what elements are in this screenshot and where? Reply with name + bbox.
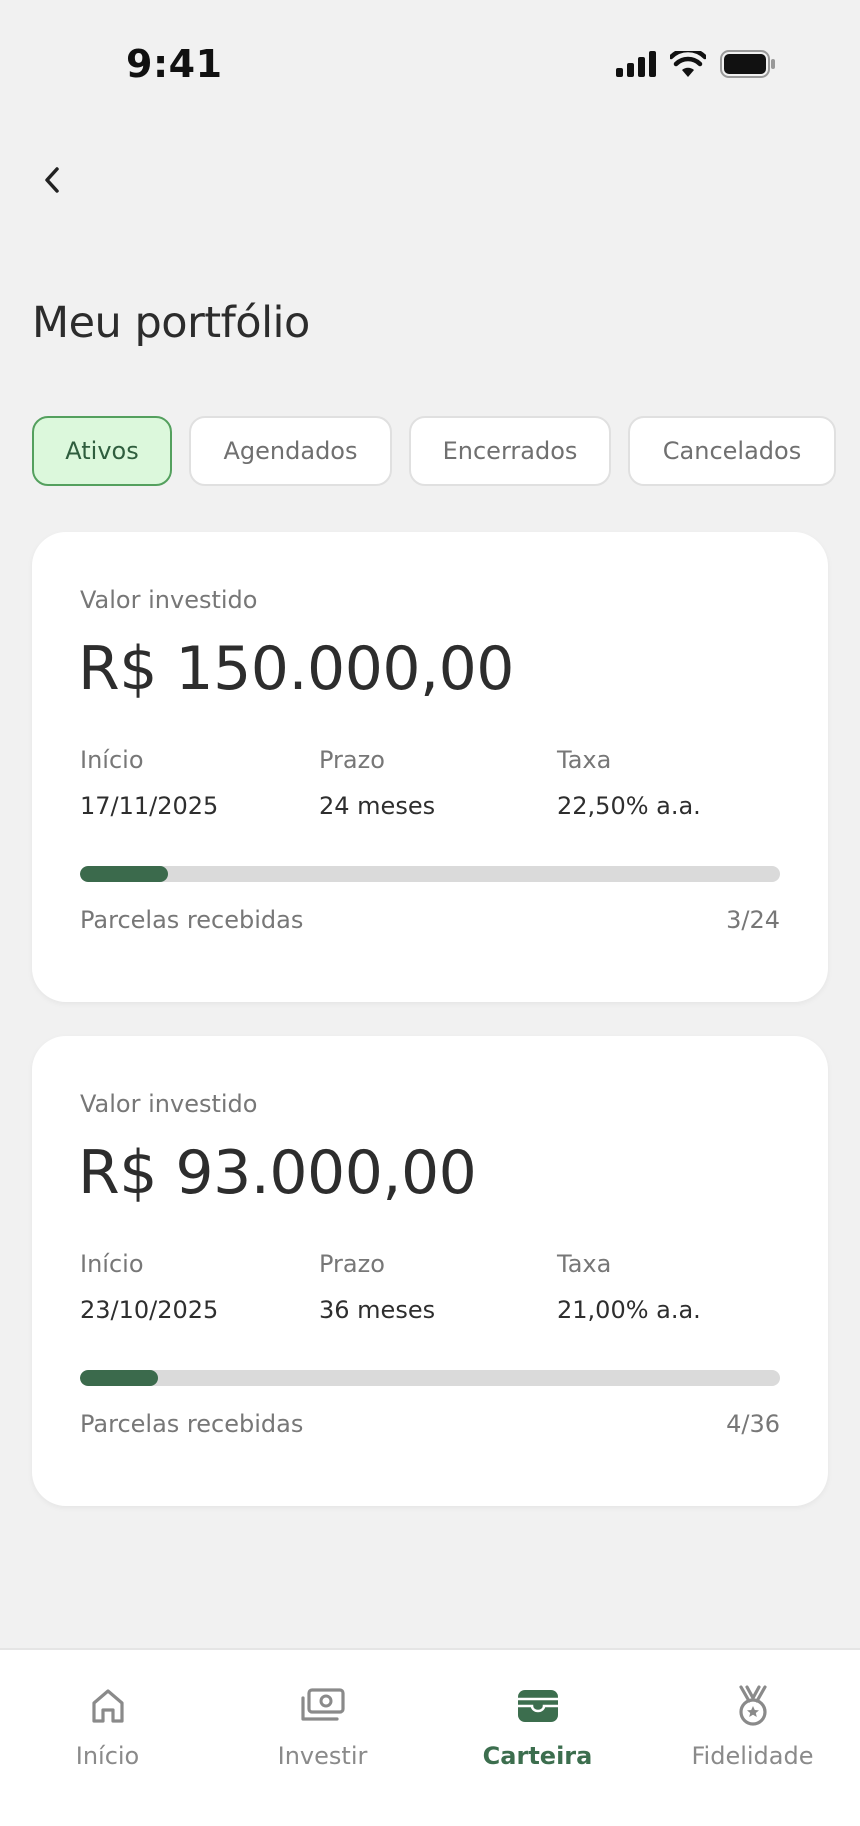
tab-cancelados[interactable]: Cancelados <box>628 416 836 486</box>
start-date-block: Início 17/11/2025 <box>80 746 218 820</box>
nav-carteira-label: Carteira <box>482 1742 593 1770</box>
nav-investir-label: Investir <box>277 1742 368 1770</box>
tab-encerrados[interactable]: Encerrados <box>409 416 611 486</box>
installments-progress-fill <box>80 1370 158 1386</box>
tab-ativos[interactable]: Ativos <box>32 416 172 486</box>
investment-card[interactable]: Valor investido R$ 150.000,00 Início 17/… <box>32 532 828 1002</box>
rate-label: Taxa <box>557 746 612 774</box>
wallet-icon <box>517 1690 558 1722</box>
cellular-signal-icon <box>616 51 656 77</box>
chevron-left-icon <box>45 167 59 193</box>
home-icon <box>91 1689 124 1723</box>
nav-fidelidade[interactable]: Fidelidade <box>645 1650 860 1800</box>
installments-count: 3/24 <box>726 906 780 934</box>
page-title: Meu portfólio <box>32 298 310 348</box>
status-tabs: Ativos Agendados Encerrados Cancelados <box>32 416 836 486</box>
bottom-nav: Início Investir Carteira Fidelidade <box>0 1648 860 1826</box>
installments-progress-bar <box>80 1370 780 1386</box>
term-block: Prazo 24 meses <box>319 746 435 820</box>
invested-value-label: Valor investido <box>80 586 258 614</box>
status-time: 9:41 <box>126 42 223 86</box>
term-block: Prazo 36 meses <box>319 1250 435 1324</box>
invested-amount: R$ 150.000,00 <box>78 634 514 704</box>
invested-value-label: Valor investido <box>80 1090 258 1118</box>
rate-block: Taxa 22,50% a.a. <box>557 746 701 820</box>
nav-investir[interactable]: Investir <box>215 1650 430 1800</box>
wifi-icon <box>670 51 706 77</box>
installments-progress-bar <box>80 866 780 882</box>
installments-label: Parcelas recebidas <box>80 906 304 934</box>
installments-progress-fill <box>80 866 168 882</box>
term-label: Prazo <box>319 746 385 774</box>
invested-amount: R$ 93.000,00 <box>78 1138 477 1208</box>
nav-inicio[interactable]: Início <box>0 1650 215 1800</box>
rate-block: Taxa 21,00% a.a. <box>557 1250 701 1324</box>
term-value: 36 meses <box>319 1296 436 1324</box>
medal-icon <box>738 1685 767 1726</box>
nav-fidelidade-label: Fidelidade <box>691 1742 814 1770</box>
start-date-label: Início <box>80 1250 144 1278</box>
term-value: 24 meses <box>319 792 436 820</box>
term-label: Prazo <box>319 1250 385 1278</box>
status-icons <box>616 50 776 78</box>
installments-count: 4/36 <box>726 1410 780 1438</box>
start-date-value: 23/10/2025 <box>80 1296 219 1324</box>
installments-label: Parcelas recebidas <box>80 1410 304 1438</box>
money-icon <box>300 1688 345 1721</box>
rate-value: 22,50% a.a. <box>557 792 701 820</box>
back-button[interactable] <box>30 158 74 202</box>
investment-card[interactable]: Valor investido R$ 93.000,00 Início 23/1… <box>32 1036 828 1506</box>
nav-carteira[interactable]: Carteira <box>430 1650 645 1800</box>
start-date-value: 17/11/2025 <box>80 792 219 820</box>
rate-value: 21,00% a.a. <box>557 1296 701 1324</box>
start-date-label: Início <box>80 746 144 774</box>
rate-label: Taxa <box>557 1250 612 1278</box>
start-date-block: Início 23/10/2025 <box>80 1250 218 1324</box>
battery-icon <box>720 50 775 78</box>
tab-agendados[interactable]: Agendados <box>189 416 392 486</box>
status-bar: 9:41 <box>0 0 860 130</box>
nav-inicio-label: Início <box>75 1742 140 1770</box>
